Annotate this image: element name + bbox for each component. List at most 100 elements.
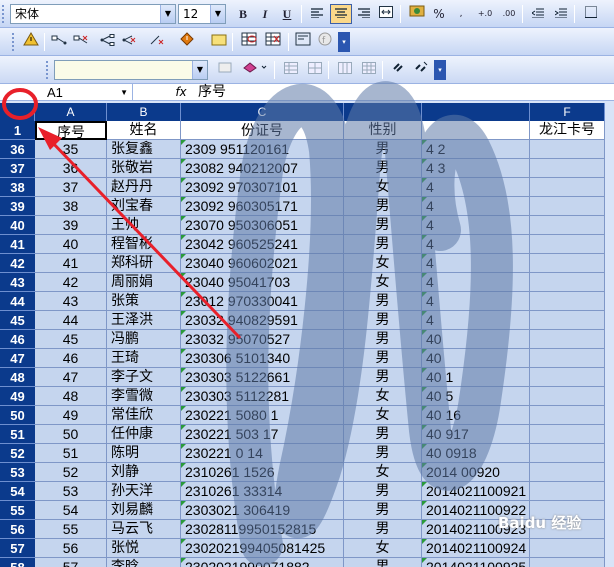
cell-e[interactable]: 40 16	[422, 406, 530, 425]
cell-d[interactable]: 女	[344, 254, 422, 273]
cell-e[interactable]: 2014021100924	[422, 539, 530, 558]
cell-e[interactable]: 4	[422, 216, 530, 235]
cell-c[interactable]: 2309 951120161	[181, 140, 344, 159]
cell-d[interactable]: 女	[344, 539, 422, 558]
row-header[interactable]: 38	[0, 178, 35, 197]
cell-c[interactable]: 2302021990071882	[181, 558, 344, 567]
cell-e[interactable]: 4	[422, 178, 530, 197]
cell-e[interactable]: 2014021100925	[422, 558, 530, 567]
cell-a[interactable]: 38	[35, 197, 107, 216]
column-header-e[interactable]	[422, 103, 530, 121]
cell-f[interactable]	[530, 444, 605, 463]
cell-d[interactable]: 男	[344, 349, 422, 368]
cell-d[interactable]: 女	[344, 406, 422, 425]
cell-e[interactable]: 4	[422, 311, 530, 330]
cell-f[interactable]	[530, 235, 605, 254]
cell-f[interactable]	[530, 558, 605, 567]
header-cell-e[interactable]	[422, 121, 530, 140]
row-header[interactable]: 56	[0, 520, 35, 539]
cell-a[interactable]: 45	[35, 330, 107, 349]
cell-d[interactable]: 女	[344, 273, 422, 292]
cell-f[interactable]	[530, 406, 605, 425]
row-header[interactable]: 51	[0, 425, 35, 444]
cell-a[interactable]: 51	[35, 444, 107, 463]
italic-button[interactable]: I	[254, 4, 276, 24]
cell-d[interactable]: 男	[344, 216, 422, 235]
insert-function-button[interactable]: fx	[172, 84, 190, 101]
column-header-c[interactable]: C	[181, 103, 344, 121]
cell-f[interactable]	[530, 330, 605, 349]
cell-a[interactable]: 39	[35, 216, 107, 235]
error-check-button[interactable]	[20, 32, 42, 52]
row-header[interactable]: 36	[0, 140, 35, 159]
cell-a[interactable]: 56	[35, 539, 107, 558]
cell-e[interactable]: 2014 00920	[422, 463, 530, 482]
row-header[interactable]: 54	[0, 482, 35, 501]
row-header[interactable]: 48	[0, 368, 35, 387]
cell-b[interactable]: 刘宝春	[107, 197, 181, 216]
cell-a[interactable]: 36	[35, 159, 107, 178]
cell-c[interactable]: 2303021 306419	[181, 501, 344, 520]
trace-precedents-button[interactable]	[48, 32, 70, 52]
cell-d[interactable]: 女	[344, 463, 422, 482]
cell-c[interactable]: 23012 970330041	[181, 292, 344, 311]
cell-e[interactable]: 4 3	[422, 159, 530, 178]
cell-a[interactable]: 37	[35, 178, 107, 197]
cell-c[interactable]: 23028119950152815	[181, 520, 344, 539]
cell-d[interactable]: 男	[344, 159, 422, 178]
cell-a[interactable]: 40	[35, 235, 107, 254]
row-header[interactable]: 42	[0, 254, 35, 273]
style-combo[interactable]: ▼	[54, 60, 208, 80]
cell-e[interactable]: 40	[422, 349, 530, 368]
cell-a[interactable]: 52	[35, 463, 107, 482]
row-header[interactable]: 50	[0, 406, 35, 425]
font-name-select[interactable]: 宋体 ▼	[10, 4, 176, 24]
cell-b[interactable]: 李雪微	[107, 387, 181, 406]
merge-center-button[interactable]	[375, 4, 397, 24]
cell-a[interactable]: 54	[35, 501, 107, 520]
cell-c[interactable]: 23040 960602021	[181, 254, 344, 273]
cell-d[interactable]: 男	[344, 140, 422, 159]
cell-e[interactable]: 4 2	[422, 140, 530, 159]
cell-c[interactable]: 23092 960305171	[181, 197, 344, 216]
clear-circles-button[interactable]	[262, 32, 284, 52]
cell-d[interactable]: 男	[344, 482, 422, 501]
toolbar-options-button[interactable]: ▾	[338, 32, 350, 52]
align-center-button[interactable]	[330, 4, 352, 24]
cell-e[interactable]: 40 1	[422, 368, 530, 387]
evaluate-formula-button[interactable]: f	[314, 32, 336, 52]
cell-c[interactable]: 23082 940212007	[181, 159, 344, 178]
remove-arrows-button[interactable]	[146, 32, 168, 52]
cell-f[interactable]	[530, 463, 605, 482]
comma-style-button[interactable]: ,	[450, 4, 472, 24]
cell-b[interactable]: 马云飞	[107, 520, 181, 539]
header-cell-gender[interactable]: 性别	[344, 121, 422, 140]
decrease-decimal-button[interactable]: .00	[498, 4, 520, 24]
row-header[interactable]: 49	[0, 387, 35, 406]
cell-c[interactable]: 230303 5112281	[181, 387, 344, 406]
header-cell-id[interactable]: 份证号	[181, 121, 344, 140]
grid-layout-button[interactable]	[358, 60, 380, 80]
cell-e[interactable]: 40	[422, 330, 530, 349]
cell-e[interactable]: 4	[422, 292, 530, 311]
cell-c[interactable]: 230303 5122661	[181, 368, 344, 387]
cell-c[interactable]: 23032 940829591	[181, 311, 344, 330]
header-cell-name[interactable]: 姓名	[107, 121, 181, 140]
shape-color-button[interactable]	[240, 60, 270, 80]
cell-c[interactable]: 23042 960525241	[181, 235, 344, 254]
cell-a[interactable]: 48	[35, 387, 107, 406]
chevron-down-icon[interactable]: ▼	[210, 5, 225, 23]
cell-b[interactable]: 周丽娟	[107, 273, 181, 292]
cell-e[interactable]: 4	[422, 197, 530, 216]
row-header[interactable]: 55	[0, 501, 35, 520]
cell-b[interactable]: 刘静	[107, 463, 181, 482]
cell-e[interactable]: 4	[422, 273, 530, 292]
cell-c[interactable]: 23032 95070527	[181, 330, 344, 349]
toolbar-options-button[interactable]: ▾	[434, 60, 446, 80]
cell-b[interactable]: 任仲康	[107, 425, 181, 444]
cell-a[interactable]: 50	[35, 425, 107, 444]
cell-b[interactable]: 李子文	[107, 368, 181, 387]
cell-b[interactable]: 张策	[107, 292, 181, 311]
cell-c[interactable]: 230306 5101340	[181, 349, 344, 368]
chevron-down-icon[interactable]: ▼	[160, 5, 175, 23]
